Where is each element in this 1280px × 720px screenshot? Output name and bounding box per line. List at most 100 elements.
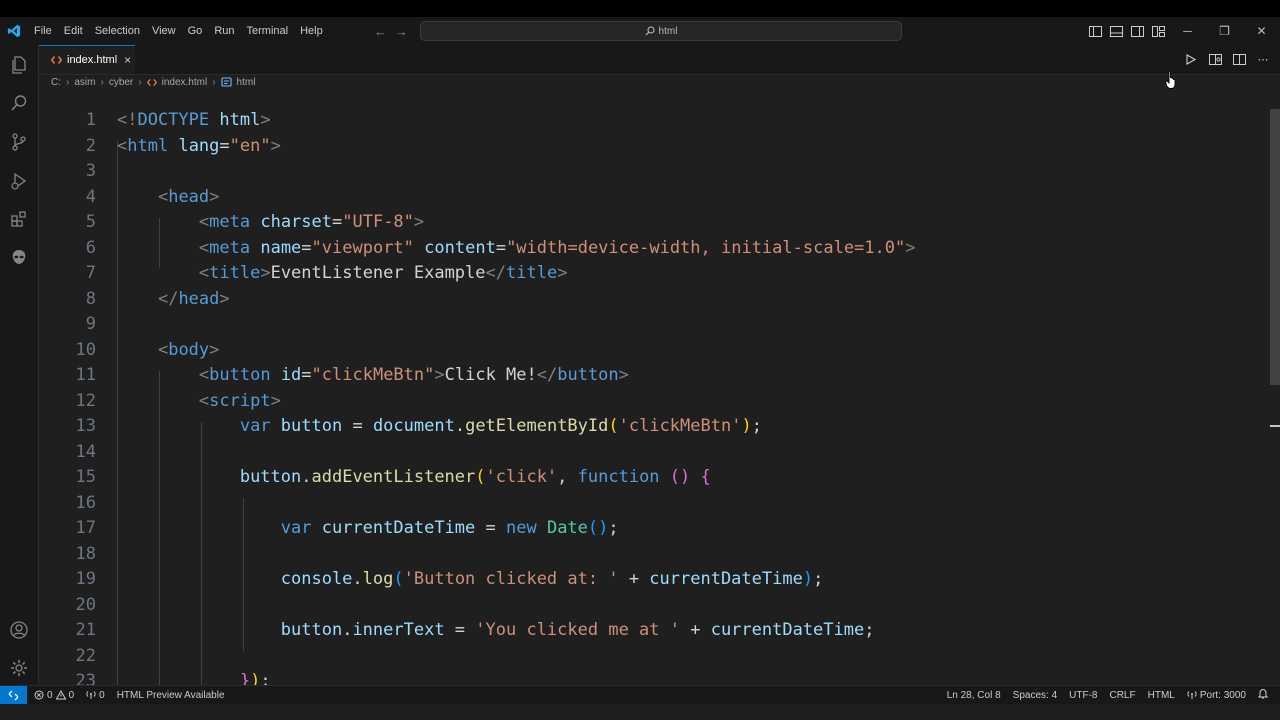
line-code: <meta name="viewport" content="width=dev… <box>117 236 916 261</box>
code-token: . <box>352 569 363 589</box>
language-mode[interactable]: HTML <box>1148 690 1175 701</box>
code-token: } <box>239 671 251 685</box>
code-token: > <box>618 365 629 385</box>
line-number: 16 <box>75 492 96 513</box>
customize-layout-icon[interactable] <box>1151 24 1166 39</box>
code-line[interactable]: 21 button.innerText = 'You clicked me at… <box>39 618 1268 643</box>
code-line[interactable]: 7 <title>EventListener Example</title> <box>39 261 1268 286</box>
breadcrumb-file[interactable]: index.html <box>162 77 208 88</box>
menu-item-file[interactable]: File <box>28 17 58 45</box>
alien-extension-icon[interactable] <box>7 245 31 269</box>
close-window-icon[interactable]: ✕ <box>1243 17 1280 45</box>
code-token: body <box>168 339 210 360</box>
code-line[interactable]: 9 <box>39 312 1268 337</box>
line-number: 10 <box>75 339 96 360</box>
code-token: content <box>424 237 496 258</box>
html-preview-status[interactable]: HTML Preview Available <box>117 690 225 701</box>
menu-item-terminal[interactable]: Terminal <box>241 17 295 45</box>
menu-item-view[interactable]: View <box>146 17 182 45</box>
vscode-logo-icon <box>0 17 28 45</box>
line-code: console.log('Button clicked at: ' + curr… <box>117 567 824 592</box>
code-line[interactable]: 12 <script> <box>39 389 1268 414</box>
code-token: ) <box>741 416 752 436</box>
ports-indicator[interactable]: 0 <box>86 690 105 701</box>
code-token: 'click' <box>485 467 558 487</box>
notifications-bell-icon[interactable] <box>1257 688 1269 702</box>
breadcrumb-drive[interactable]: C: <box>51 77 61 88</box>
command-center-search[interactable]: html <box>420 21 902 41</box>
code-line[interactable]: 14 <box>39 440 1268 465</box>
forward-arrow-icon[interactable]: → <box>395 24 408 39</box>
toggle-primary-sidebar-icon[interactable] <box>1088 24 1103 39</box>
run-debug-icon[interactable] <box>7 169 31 193</box>
code-token: button <box>209 365 271 385</box>
accounts-icon[interactable] <box>7 618 31 642</box>
code-line[interactable]: 1 <!DOCTYPE html> <box>39 108 1268 133</box>
code-token: html <box>219 110 261 130</box>
search-sidebar-icon[interactable] <box>7 91 31 115</box>
code-line[interactable]: 23 }); <box>39 669 1268 685</box>
close-tab-icon[interactable]: × <box>124 53 131 67</box>
extensions-icon[interactable] <box>7 207 31 231</box>
cursor-position[interactable]: Ln 28, Col 8 <box>947 690 1001 701</box>
breadcrumb-folder-asim[interactable]: asim <box>74 77 95 88</box>
code-editor[interactable]: 1 <!DOCTYPE html> 2 <html lang="en"> 3 4 <hea… <box>39 91 1268 685</box>
split-editor-icon[interactable] <box>1232 53 1246 67</box>
breadcrumb-folder-cyber[interactable]: cyber <box>109 77 133 88</box>
code-line[interactable]: 22 <box>39 644 1268 669</box>
code-line[interactable]: 17 var currentDateTime = new Date(); <box>39 516 1268 541</box>
line-number: 3 <box>85 161 96 181</box>
code-token: ( <box>393 569 404 589</box>
end-of-line[interactable]: CRLF <box>1109 690 1135 701</box>
toggle-secondary-sidebar-icon[interactable] <box>1130 24 1145 39</box>
menu-item-help[interactable]: Help <box>294 17 329 45</box>
scrollbar-thumb[interactable] <box>1270 109 1280 385</box>
menu-item-go[interactable]: Go <box>182 17 209 45</box>
code-line[interactable]: 8 </head> <box>39 287 1268 312</box>
code-line[interactable]: 4 <head> <box>39 185 1268 210</box>
menu-item-run[interactable]: Run <box>208 17 240 45</box>
code-line[interactable]: 10 <body> <box>39 338 1268 363</box>
code-line[interactable]: 20 <box>39 593 1268 618</box>
editor-scrollbar[interactable] <box>1268 91 1280 685</box>
code-token: currentDateTime <box>710 620 865 640</box>
code-token: "viewport" <box>311 237 414 258</box>
code-line[interactable]: 16 <box>39 491 1268 516</box>
code-line[interactable]: 19 console.log('Button clicked at: ' + c… <box>39 567 1268 592</box>
live-server-port[interactable]: Port: 3000 <box>1187 690 1246 701</box>
back-arrow-icon[interactable]: ← <box>374 24 387 39</box>
menu-item-selection[interactable]: Selection <box>89 17 146 45</box>
indentation[interactable]: Spaces: 4 <box>1013 690 1057 701</box>
code-token: < <box>198 390 210 411</box>
run-icon[interactable] <box>1184 53 1198 67</box>
code-line[interactable]: 18 <box>39 542 1268 567</box>
toggle-panel-icon[interactable] <box>1109 24 1124 39</box>
line-number: 21 <box>75 620 96 640</box>
code-token: < <box>198 365 210 385</box>
code-line[interactable]: 3 <box>39 159 1268 184</box>
breadcrumb-symbol[interactable]: html <box>237 77 256 88</box>
problems-indicator[interactable]: 0 0 <box>34 690 74 701</box>
settings-gear-icon[interactable] <box>7 656 31 680</box>
code-line[interactable]: 5 <meta charset="UTF-8"> <box>39 210 1268 235</box>
code-line[interactable]: 2 <html lang="en"> <box>39 134 1268 159</box>
code-line[interactable]: 11 <button id="clickMeBtn">Click Me!</bu… <box>39 363 1268 388</box>
line-code: <title>EventListener Example</title> <box>117 261 568 286</box>
minimize-icon[interactable]: ─ <box>1169 17 1206 45</box>
explorer-icon[interactable] <box>7 53 31 77</box>
line-number: 8 <box>85 288 96 309</box>
code-line[interactable]: 15 button.addEventListener('click', func… <box>39 465 1268 490</box>
code-token: charset <box>260 212 332 232</box>
code-token: = <box>219 135 230 156</box>
tab-index-html[interactable]: index.html × <box>39 45 135 74</box>
code-line[interactable]: 13 var button = document.getElementById(… <box>39 414 1268 439</box>
encoding[interactable]: UTF-8 <box>1069 690 1097 701</box>
source-control-icon[interactable] <box>7 130 31 154</box>
more-actions-icon[interactable]: ⋯ <box>1256 53 1270 67</box>
open-preview-icon[interactable] <box>1208 53 1222 67</box>
menu-item-edit[interactable]: Edit <box>58 17 89 45</box>
code-line[interactable]: 6 <meta name="viewport" content="width=d… <box>39 236 1268 261</box>
remote-indicator-icon[interactable] <box>0 686 27 704</box>
restore-icon[interactable]: ❐ <box>1206 17 1243 45</box>
